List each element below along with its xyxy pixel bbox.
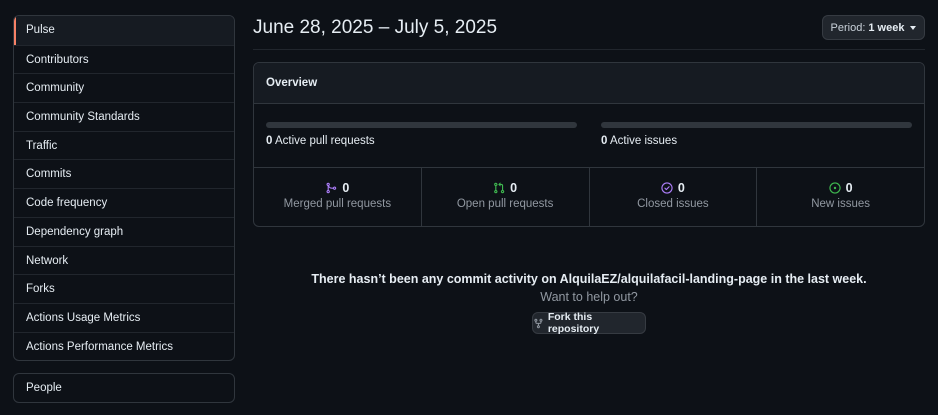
overview-title: Overview bbox=[254, 63, 924, 104]
sidebar-item-community-standards[interactable]: Community Standards bbox=[14, 102, 234, 131]
sidebar-item-code-frequency[interactable]: Code frequency bbox=[14, 188, 234, 217]
sidebar-item-commits[interactable]: Commits bbox=[14, 159, 234, 188]
no-commit-activity-message: There hasn’t been any commit activity on… bbox=[311, 272, 867, 286]
sidebar-item-pulse[interactable]: Pulse bbox=[14, 16, 234, 45]
page-title: June 28, 2025 – July 5, 2025 bbox=[253, 17, 498, 38]
merge-icon bbox=[326, 182, 337, 194]
active-pull-requests-count: 0 bbox=[266, 135, 273, 147]
overview-stats: 0 Merged pull requests 0 Open pull reque… bbox=[254, 168, 924, 226]
open-pull-requests-count: 0 bbox=[510, 181, 518, 195]
active-issues-count: 0 bbox=[601, 135, 608, 147]
issue-closed-icon bbox=[661, 182, 673, 194]
new-issues-stat[interactable]: 0 New issues bbox=[756, 168, 924, 226]
sidebar-item-contributors[interactable]: Contributors bbox=[14, 44, 234, 74]
sidebar-item-community[interactable]: Community bbox=[14, 73, 234, 102]
fork-repository-label: Fork this repository bbox=[547, 311, 600, 335]
pull-request-icon bbox=[494, 182, 505, 194]
new-issues-count: 0 bbox=[845, 181, 853, 195]
people-sidebar: People bbox=[13, 373, 235, 403]
period-value: 1 week bbox=[868, 21, 905, 34]
active-issues-label: Active issues bbox=[609, 135, 678, 147]
sidebar-item-forks[interactable]: Forks bbox=[14, 274, 234, 303]
fork-icon bbox=[534, 318, 543, 328]
merged-pull-requests-count: 0 bbox=[342, 181, 350, 195]
active-issues-summary[interactable]: 0 Active issues bbox=[601, 135, 677, 147]
overview-summary: 0 Active pull requests 0 Active issues bbox=[254, 104, 924, 168]
pull-requests-progress-bar bbox=[266, 122, 577, 128]
period-label: Period: bbox=[830, 21, 866, 34]
active-pull-requests-label: Active pull requests bbox=[274, 135, 375, 147]
fork-repository-button[interactable]: Fork this repository bbox=[532, 311, 646, 335]
overview-panel: Overview 0 Active pull requests 0 Active… bbox=[253, 62, 925, 227]
issues-progress-bar bbox=[601, 122, 912, 128]
closed-issues-stat[interactable]: 0 Closed issues bbox=[588, 168, 757, 226]
closed-issues-label: Closed issues bbox=[637, 198, 709, 210]
header-divider bbox=[253, 49, 925, 50]
issue-opened-icon bbox=[829, 182, 841, 194]
period-dropdown-button[interactable]: Period: 1 week bbox=[822, 15, 925, 40]
sidebar-item-people[interactable]: People bbox=[14, 374, 234, 402]
sidebar-item-dependency-graph[interactable]: Dependency graph bbox=[14, 216, 234, 246]
new-issues-label: New issues bbox=[811, 198, 871, 210]
sidebar-item-actions-usage-metrics[interactable]: Actions Usage Metrics bbox=[14, 302, 234, 332]
sidebar-item-actions-performance-metrics[interactable]: Actions Performance Metrics bbox=[14, 331, 234, 361]
sidebar-item-network[interactable]: Network bbox=[14, 245, 234, 275]
closed-issues-count: 0 bbox=[677, 181, 685, 195]
help-out-prompt: Want to help out? bbox=[540, 290, 638, 304]
caret-down-icon bbox=[910, 25, 917, 30]
open-pull-requests-stat[interactable]: 0 Open pull requests bbox=[420, 168, 589, 226]
active-pull-requests-summary[interactable]: 0 Active pull requests bbox=[266, 135, 375, 147]
sidebar-item-traffic[interactable]: Traffic bbox=[14, 130, 234, 160]
merged-pull-requests-label: Merged pull requests bbox=[283, 198, 392, 210]
insights-sidebar: Pulse Contributors Community Community S… bbox=[13, 15, 235, 362]
open-pull-requests-label: Open pull requests bbox=[456, 198, 554, 210]
merged-pull-requests-stat[interactable]: 0 Merged pull requests bbox=[254, 168, 421, 226]
